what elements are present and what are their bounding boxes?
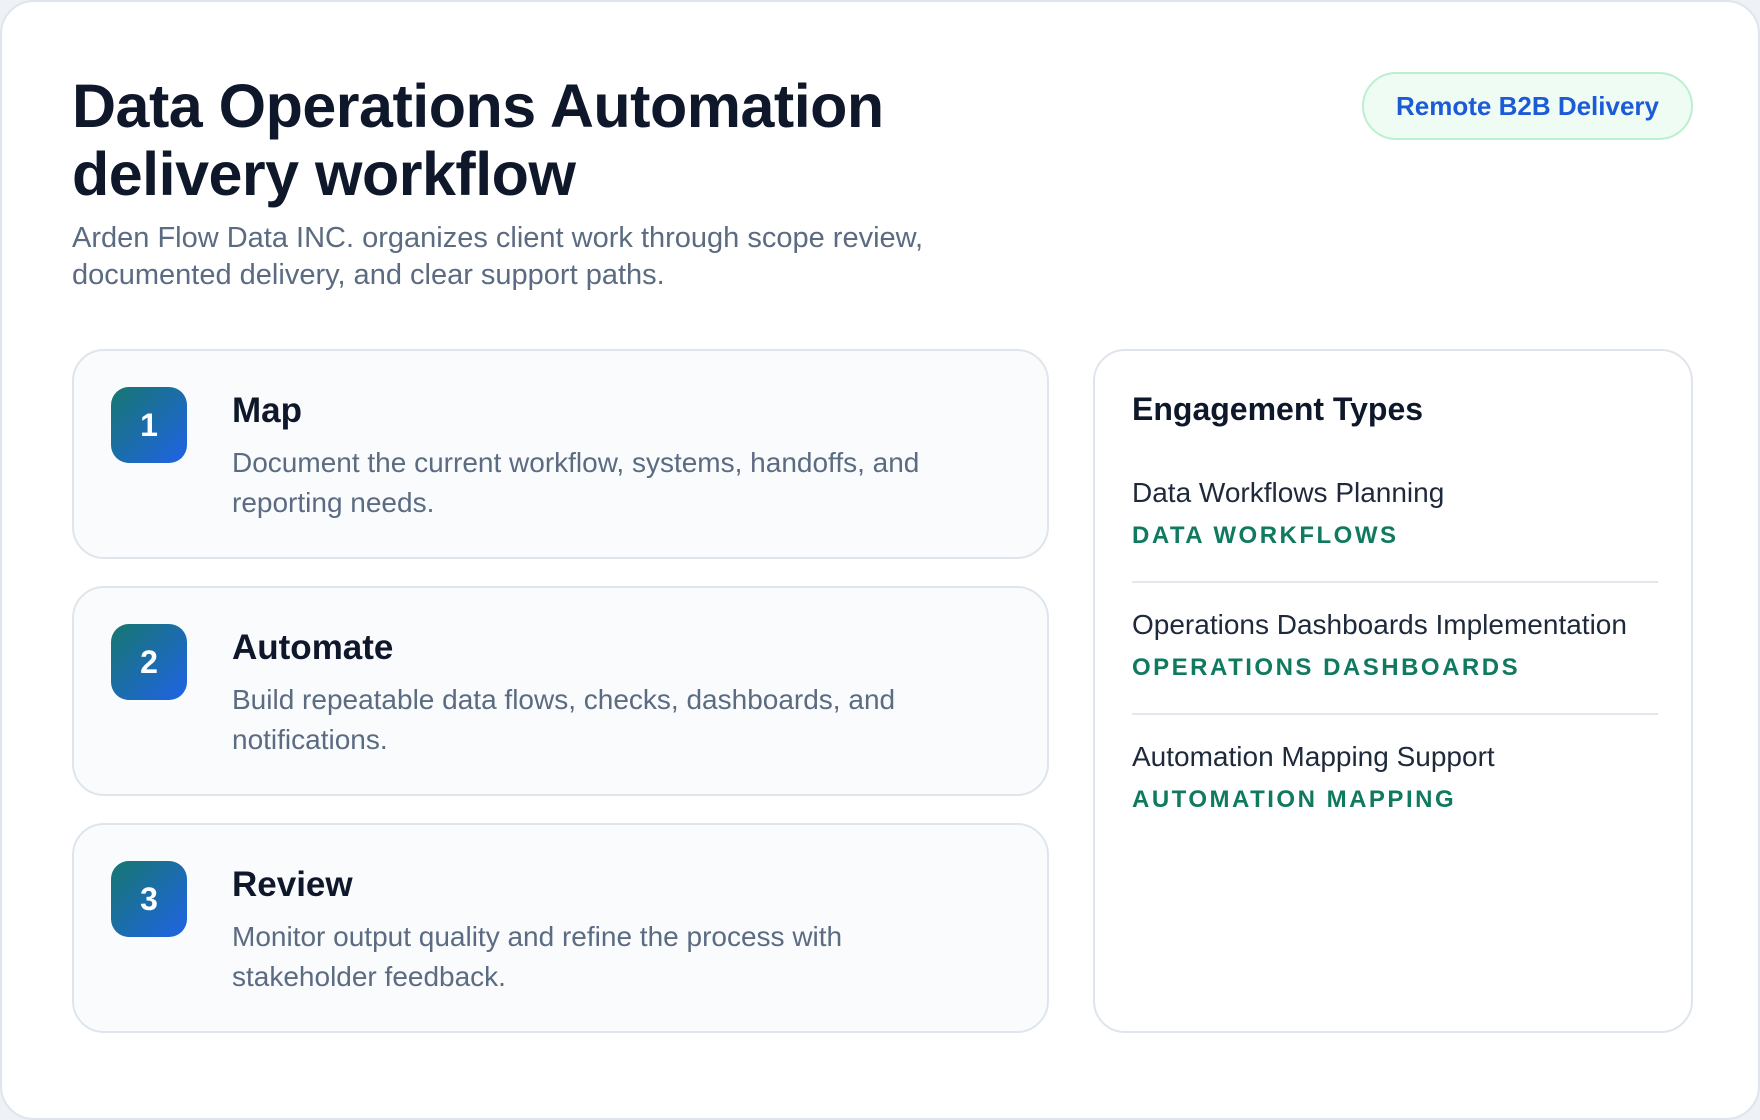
engagement-panel-title: Engagement Types bbox=[1132, 391, 1424, 427]
engagement-item-automation-mapping: Automation Mapping Support AUTOMATION MA… bbox=[1132, 739, 1658, 815]
step-card-automate: 2 Automate Build repeatable data flows, … bbox=[72, 586, 1049, 796]
engagement-types-panel: Engagement Types Data Workflows Planning… bbox=[1093, 349, 1693, 1033]
page-title: Data Operations Automation delivery work… bbox=[72, 72, 884, 208]
step-description: Document the current workflow, systems, … bbox=[232, 447, 920, 518]
workflow-card: Data Operations Automation delivery work… bbox=[0, 0, 1760, 1120]
step-card-map: 1 Map Document the current workflow, sys… bbox=[72, 349, 1049, 559]
step-number-badge: 3 bbox=[111, 861, 187, 937]
engagement-name: Automation Mapping Support bbox=[1132, 741, 1495, 772]
step-number-badge: 1 bbox=[111, 387, 187, 463]
step-title: Review bbox=[232, 865, 353, 904]
step-description: Build repeatable data flows, checks, das… bbox=[232, 684, 896, 755]
engagement-divider bbox=[1132, 713, 1658, 715]
engagement-name: Data Workflows Planning bbox=[1132, 477, 1445, 508]
engagement-tag: OPERATIONS DASHBOARDS bbox=[1132, 654, 1521, 681]
engagement-name: Operations Dashboards Implementation bbox=[1132, 609, 1627, 640]
step-card-review: 3 Review Monitor output quality and refi… bbox=[72, 823, 1049, 1033]
page-subtitle: Arden Flow Data INC. organizes client wo… bbox=[72, 222, 924, 291]
step-title: Automate bbox=[232, 628, 394, 667]
engagement-tag: AUTOMATION MAPPING bbox=[1132, 786, 1457, 813]
engagement-tag: DATA WORKFLOWS bbox=[1132, 522, 1399, 549]
engagement-item-data-workflows: Data Workflows Planning DATA WORKFLOWS bbox=[1132, 475, 1658, 551]
step-title: Map bbox=[232, 391, 302, 430]
step-number-badge: 2 bbox=[111, 624, 187, 700]
delivery-badge: Remote B2B Delivery bbox=[1362, 72, 1693, 140]
engagement-divider bbox=[1132, 581, 1658, 583]
engagement-item-operations-dashboards: Operations Dashboards Implementation OPE… bbox=[1132, 607, 1658, 683]
step-description: Monitor output quality and refine the pr… bbox=[232, 921, 843, 992]
